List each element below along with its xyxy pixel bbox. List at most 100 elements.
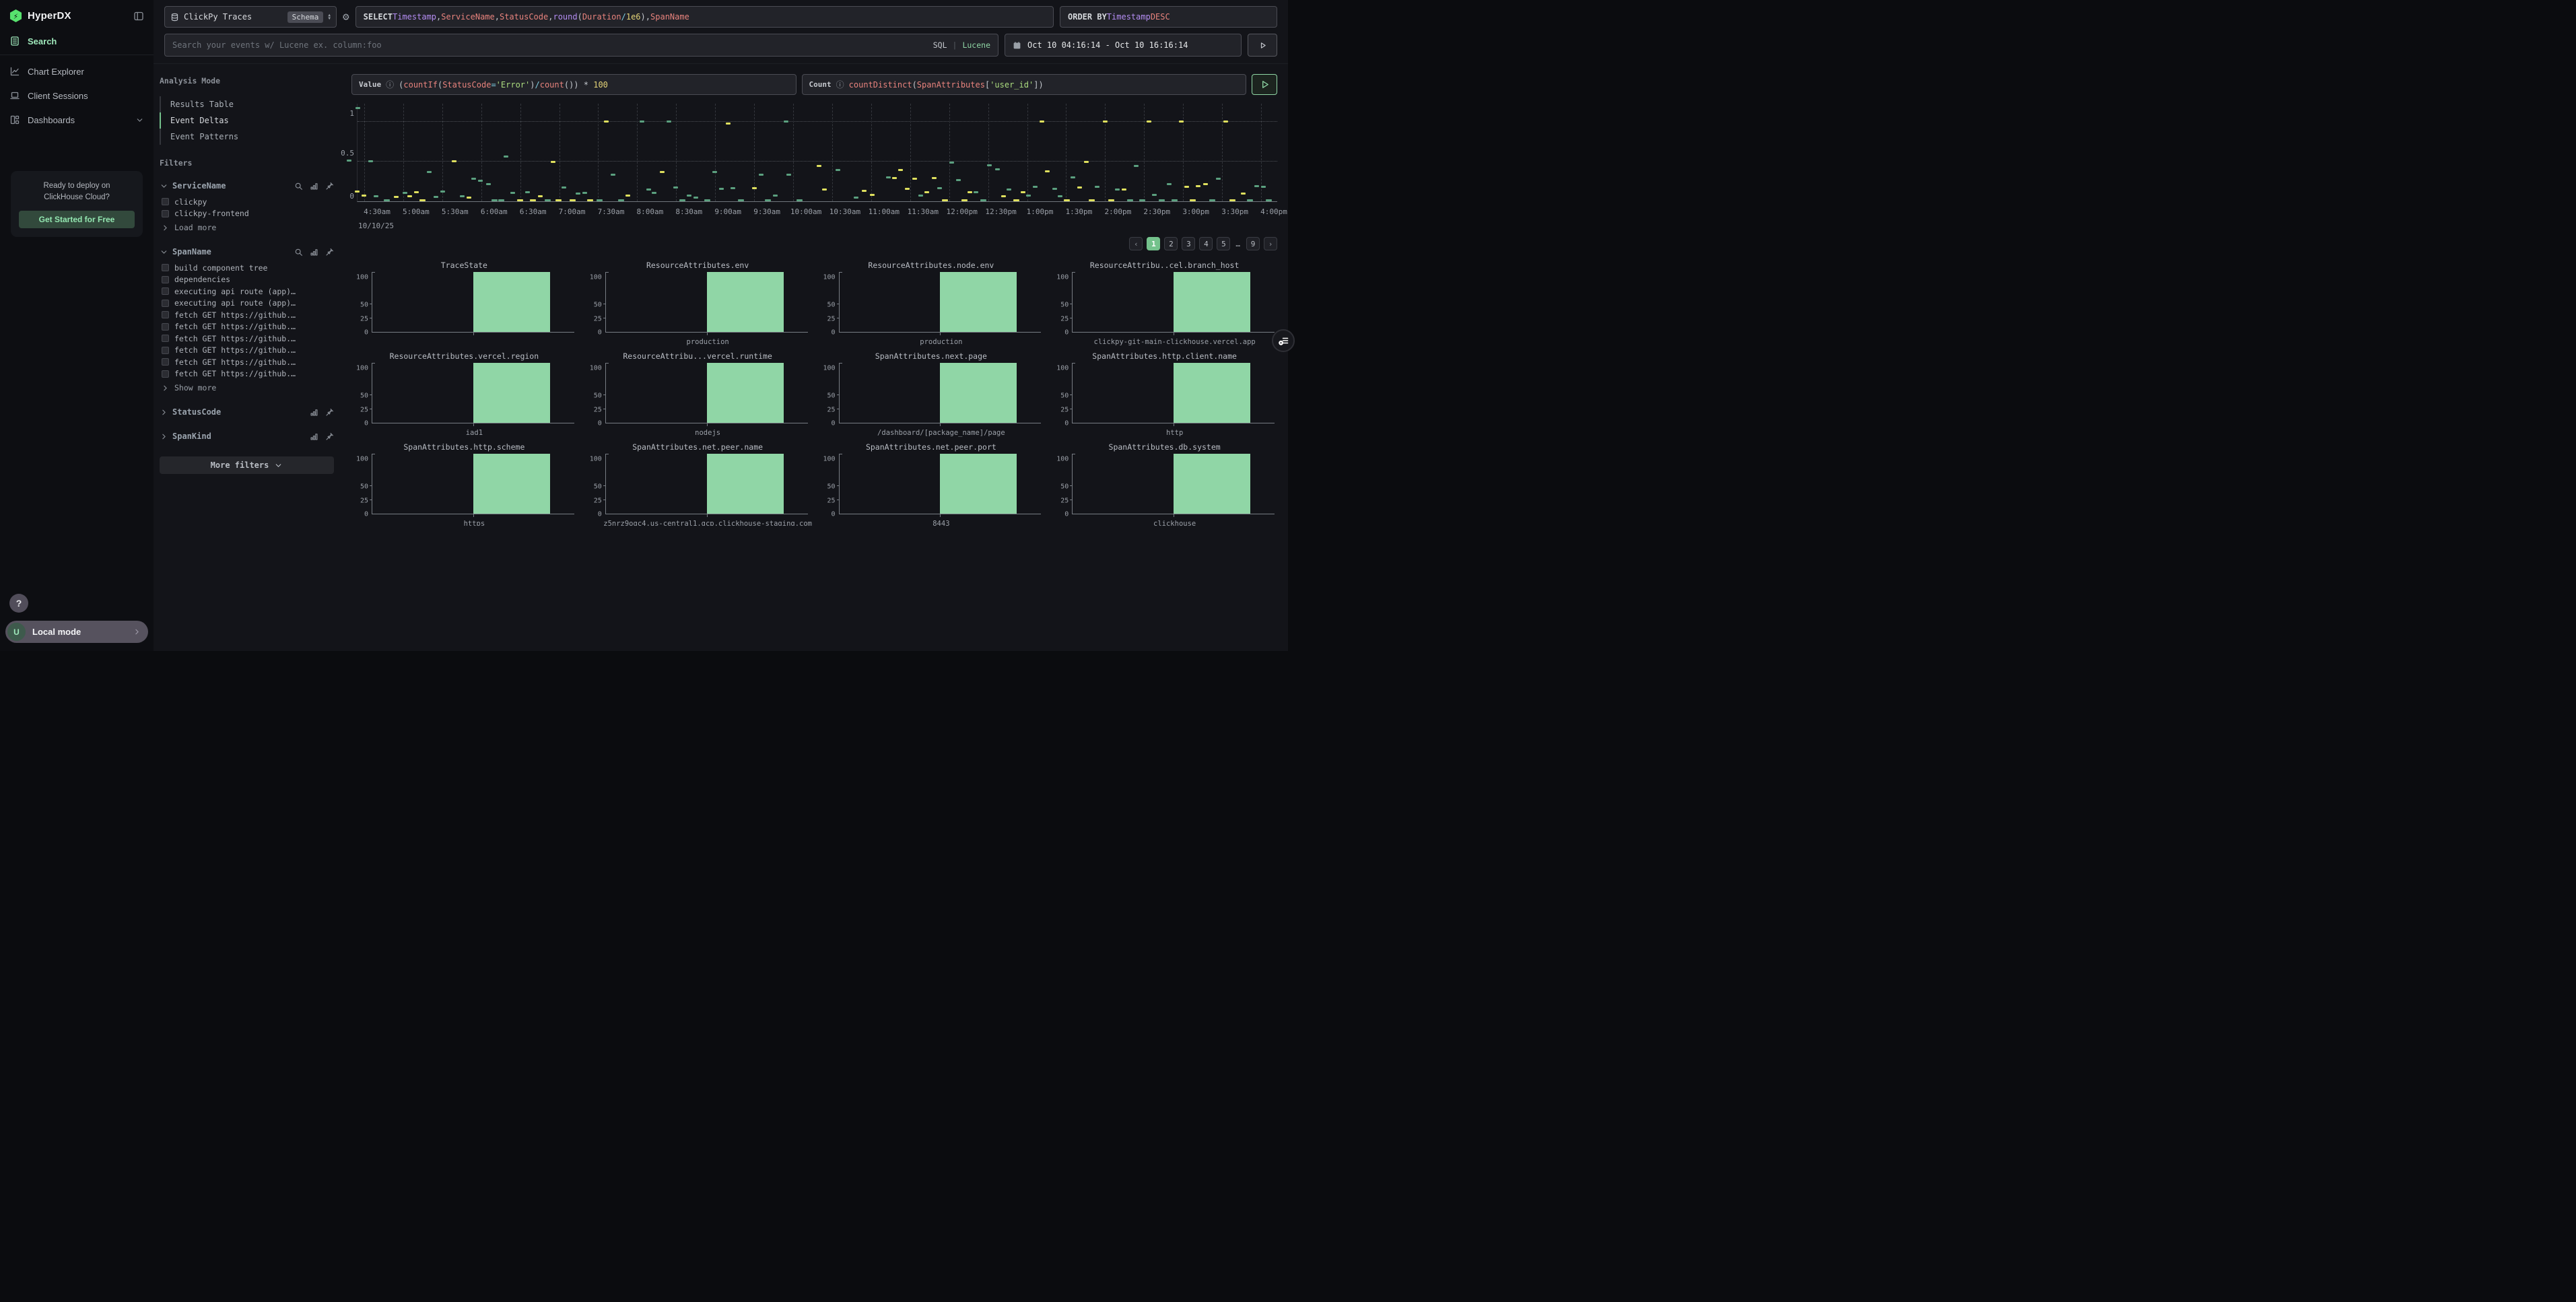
mini-chart-plot[interactable] bbox=[839, 363, 1042, 423]
filter-checkbox-item[interactable]: clickpy bbox=[162, 196, 334, 208]
filter-section-spankind[interactable]: SpanKind bbox=[160, 430, 334, 442]
apply-metrics-button[interactable] bbox=[1252, 74, 1277, 95]
checkbox[interactable] bbox=[162, 311, 169, 318]
analysis-mode-event-deltas[interactable]: Event Deltas bbox=[160, 112, 334, 129]
mini-chart-plot[interactable] bbox=[605, 272, 808, 333]
mini-chart-plot[interactable] bbox=[1072, 272, 1275, 333]
checkbox[interactable] bbox=[162, 198, 169, 205]
pagination-next-button[interactable]: › bbox=[1264, 237, 1277, 250]
scatter-x-tick-label: 12:30pm bbox=[985, 207, 1016, 216]
scatter-point bbox=[1229, 199, 1235, 201]
pin-icon[interactable] bbox=[325, 432, 334, 441]
checkbox[interactable] bbox=[162, 347, 169, 354]
mini-chart-plot[interactable] bbox=[839, 272, 1042, 333]
scatter-plot[interactable]: 00.51 bbox=[357, 104, 1277, 202]
filter-checkbox-item[interactable]: dependencies bbox=[162, 274, 334, 286]
bar-chart-icon[interactable] bbox=[310, 408, 318, 417]
filter-checkbox-item[interactable]: fetch GET https://github.… bbox=[162, 345, 334, 357]
logs-icon bbox=[9, 36, 20, 46]
pagination-page-5[interactable]: 5 bbox=[1217, 237, 1230, 250]
mini-chart-plot[interactable] bbox=[372, 272, 574, 333]
pagination-prev-button[interactable]: ‹ bbox=[1129, 237, 1143, 250]
filter-checkbox-item[interactable]: fetch GET https://github.… bbox=[162, 321, 334, 333]
bar-chart-icon[interactable] bbox=[310, 248, 318, 256]
show-more-button[interactable]: Show more bbox=[161, 382, 334, 394]
help-button[interactable]: ? bbox=[9, 594, 28, 613]
order-by-input[interactable]: ORDER BY Timestamp DESC bbox=[1060, 6, 1277, 28]
pagination-page-4[interactable]: 4 bbox=[1199, 237, 1213, 250]
mini-chart-plot[interactable] bbox=[1072, 363, 1275, 423]
filter-section-name[interactable]: StatusCode bbox=[172, 407, 221, 417]
source-select[interactable]: ClickPy Traces Schema ▲▼ bbox=[164, 6, 337, 28]
filter-section-name[interactable]: ServiceName bbox=[172, 181, 226, 191]
pagination-page-2[interactable]: 2 bbox=[1164, 237, 1178, 250]
pin-icon[interactable] bbox=[325, 408, 334, 417]
filter-section-name[interactable]: SpanName bbox=[172, 247, 211, 256]
filter-checkbox-item[interactable]: fetch GET https://github.… bbox=[162, 333, 334, 345]
filter-section-name[interactable]: SpanKind bbox=[172, 432, 211, 441]
pagination-page-9[interactable]: 9 bbox=[1246, 237, 1260, 250]
scatter-point bbox=[1084, 161, 1089, 163]
filter-checkbox-item[interactable]: fetch GET https://github.… bbox=[162, 368, 334, 380]
chart-options-fab[interactable] bbox=[1272, 329, 1295, 352]
mini-chart-plot[interactable] bbox=[605, 454, 808, 514]
sidebar-item-search[interactable]: Search bbox=[0, 29, 154, 53]
sql-select-input[interactable]: SELECT Timestamp, ServiceName, StatusCod… bbox=[355, 6, 1054, 28]
mini-chart-plot[interactable] bbox=[372, 454, 574, 514]
count-expression-input[interactable]: Count ⓘ countDistinct(SpanAttributes['us… bbox=[802, 74, 1247, 95]
sidebar-item-client-sessions[interactable]: Client Sessions bbox=[0, 83, 154, 108]
chevron-down-icon[interactable] bbox=[160, 248, 168, 256]
local-mode-button[interactable]: U Local mode bbox=[5, 621, 148, 643]
checkbox[interactable] bbox=[162, 323, 169, 331]
chevron-right-icon[interactable] bbox=[160, 432, 168, 441]
filter-checkbox-item[interactable]: clickpy-frontend bbox=[162, 208, 334, 220]
mini-chart-plot[interactable] bbox=[839, 454, 1042, 514]
search-run-button[interactable] bbox=[1248, 34, 1277, 57]
date-range-picker[interactable]: Oct 10 04:16:14 - Oct 10 16:16:14 bbox=[1005, 34, 1242, 57]
pagination-page-3[interactable]: 3 bbox=[1182, 237, 1195, 250]
filter-checkbox-item[interactable]: executing api route (app)… bbox=[162, 285, 334, 298]
chevron-down-icon[interactable] bbox=[160, 182, 168, 191]
checkbox[interactable] bbox=[162, 370, 169, 378]
value-expression-input[interactable]: Value ⓘ (countIf(StatusCode='Error')/cou… bbox=[351, 74, 796, 95]
checkbox[interactable] bbox=[162, 300, 169, 307]
checkbox[interactable] bbox=[162, 264, 169, 271]
mini-chart-plot[interactable] bbox=[372, 363, 574, 423]
mini-chart-x-label: /dashboard/[package_name]/page bbox=[877, 429, 1005, 437]
pagination-page-1[interactable]: 1 bbox=[1147, 237, 1160, 250]
get-started-button[interactable]: Get Started for Free bbox=[19, 211, 135, 228]
sidebar-item-dashboards[interactable]: Dashboards bbox=[0, 108, 154, 132]
checkbox[interactable] bbox=[162, 210, 169, 217]
pin-icon[interactable] bbox=[325, 182, 334, 191]
checkbox[interactable] bbox=[162, 287, 169, 295]
bar-chart-icon[interactable] bbox=[310, 182, 318, 191]
filter-section-statuscode[interactable]: StatusCode bbox=[160, 406, 334, 418]
checkbox[interactable] bbox=[162, 358, 169, 366]
analysis-mode-event-patterns[interactable]: Event Patterns bbox=[160, 129, 334, 145]
mode-toggle-lucene[interactable]: Lucene bbox=[962, 40, 990, 50]
attribute-chart: ResourceAttributes.env02550100production bbox=[585, 261, 811, 351]
gear-icon[interactable]: ⚙ bbox=[343, 11, 349, 22]
more-filters-button[interactable]: More filters bbox=[160, 456, 334, 474]
search-icon[interactable] bbox=[294, 182, 303, 191]
bar-chart-icon[interactable] bbox=[310, 432, 318, 441]
mini-chart-plot[interactable] bbox=[605, 363, 808, 423]
chevron-right-icon[interactable] bbox=[160, 408, 168, 417]
filter-section-spanname[interactable]: SpanName bbox=[160, 246, 334, 258]
filter-checkbox-item[interactable]: fetch GET https://github.… bbox=[162, 356, 334, 368]
load-more-button[interactable]: Load more bbox=[161, 221, 334, 234]
analysis-mode-results-table[interactable]: Results Table bbox=[160, 96, 334, 112]
search-input[interactable] bbox=[172, 40, 928, 50]
sidebar-collapse-icon[interactable] bbox=[133, 11, 144, 22]
pin-icon[interactable] bbox=[325, 248, 334, 256]
filter-checkbox-item[interactable]: build component tree bbox=[162, 262, 334, 274]
checkbox[interactable] bbox=[162, 335, 169, 342]
filter-section-servicename[interactable]: ServiceName bbox=[160, 180, 334, 192]
filter-checkbox-item[interactable]: executing api route (app)… bbox=[162, 298, 334, 310]
checkbox[interactable] bbox=[162, 276, 169, 283]
mode-toggle-sql[interactable]: SQL bbox=[933, 40, 947, 50]
sidebar-item-chart-explorer[interactable]: Chart Explorer bbox=[0, 59, 154, 83]
filter-checkbox-item[interactable]: fetch GET https://github.… bbox=[162, 309, 334, 321]
mini-chart-plot[interactable] bbox=[1072, 454, 1275, 514]
search-icon[interactable] bbox=[294, 248, 303, 256]
